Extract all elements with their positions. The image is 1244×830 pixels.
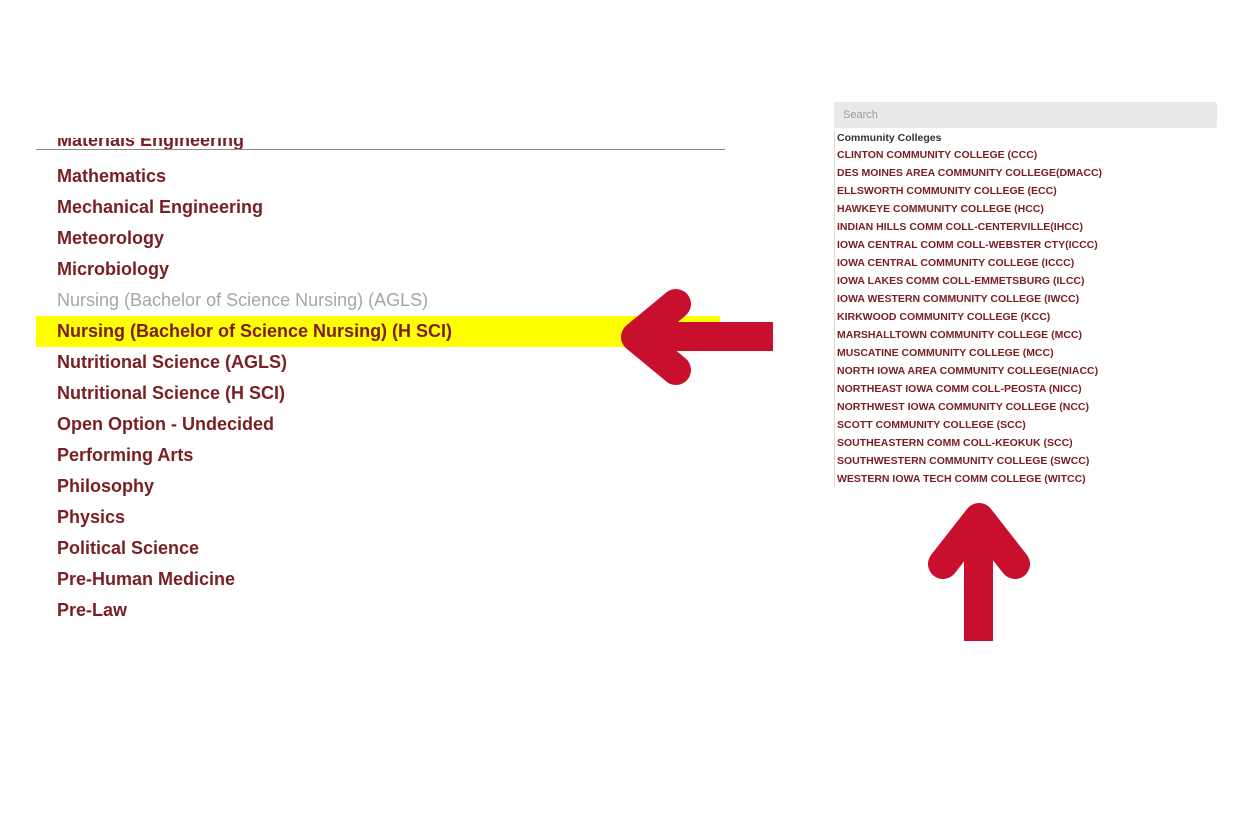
college-option[interactable]: HAWKEYE COMMUNITY COLLEGE (HCC) [835,200,1215,218]
college-option[interactable]: NORTHWEST IOWA COMMUNITY COLLEGE (NCC) [835,398,1215,416]
colleges-dropdown: Community Colleges CLINTON COMMUNITY COL… [834,130,1215,488]
major-item[interactable]: Open Option - Undecided [36,409,726,440]
search-input[interactable] [834,102,1217,128]
college-option[interactable]: NORTHEAST IOWA COMM COLL-PEOSTA (NICC) [835,380,1215,398]
college-option[interactable]: DES MOINES AREA COMMUNITY COLLEGE(DMACC) [835,164,1215,182]
major-item[interactable]: Mechanical Engineering [36,192,726,223]
college-option[interactable]: CLINTON COMMUNITY COLLEGE (CCC) [835,146,1215,164]
college-option[interactable]: IOWA WESTERN COMMUNITY COLLEGE (IWCC) [835,290,1215,308]
major-item[interactable]: Physics [36,502,726,533]
arrow-left-icon [621,289,773,385]
arrow-up-icon [928,503,1030,641]
college-option[interactable]: WESTERN IOWA TECH COMM COLLEGE (WITCC) [835,470,1215,488]
college-option[interactable]: IOWA CENTRAL COMMUNITY COLLEGE (ICCC) [835,254,1215,272]
college-option[interactable]: ELLSWORTH COMMUNITY COLLEGE (ECC) [835,182,1215,200]
college-option[interactable]: MARSHALLTOWN COMMUNITY COLLEGE (MCC) [835,326,1215,344]
college-option[interactable]: SOUTHEASTERN COMM COLL-KEOKUK (SCC) [835,434,1215,452]
major-item[interactable]: Pre-Human Medicine [36,564,726,595]
major-item[interactable]: Mathematics [36,161,726,192]
major-item[interactable]: Political Science [36,533,726,564]
college-option[interactable]: SCOTT COMMUNITY COLLEGE (SCC) [835,416,1215,434]
major-item[interactable]: Philosophy [36,471,726,502]
college-option[interactable]: NORTH IOWA AREA COMMUNITY COLLEGE(NIACC) [835,362,1215,380]
college-option[interactable]: IOWA CENTRAL COMM COLL-WEBSTER CTY(ICCC) [835,236,1215,254]
group-label: Community Colleges [837,132,942,144]
major-item[interactable]: Meteorology [36,223,726,254]
college-option[interactable]: MUSCATINE COMMUNITY COLLEGE (MCC) [835,344,1215,362]
major-item[interactable]: Pre-Law [36,595,726,626]
college-option[interactable]: KIRKWOOD COMMUNITY COLLEGE (KCC) [835,308,1215,326]
divider [36,149,725,150]
college-option[interactable]: IOWA LAKES COMM COLL-EMMETSBURG (ILCC) [835,272,1215,290]
college-list: CLINTON COMMUNITY COLLEGE (CCC) DES MOIN… [835,146,1215,488]
college-option[interactable]: SOUTHWESTERN COMMUNITY COLLEGE (SWCC) [835,452,1215,470]
college-option[interactable]: INDIAN HILLS COMM COLL-CENTERVILLE(IHCC) [835,218,1215,236]
major-item[interactable]: Performing Arts [36,440,726,471]
major-item[interactable]: Microbiology [36,254,726,285]
